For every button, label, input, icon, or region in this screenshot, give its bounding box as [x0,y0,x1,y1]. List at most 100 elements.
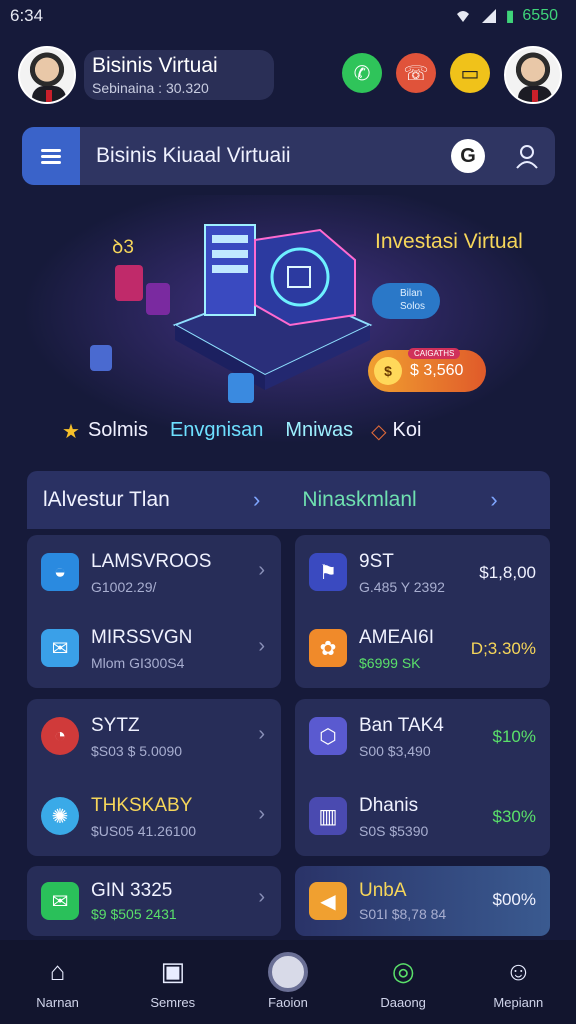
item-title: AMEAI6I [359,627,434,648]
item-value: $1,8,00 [479,563,536,582]
star-icon: ★ [62,421,80,443]
list-item[interactable]: ✿ AMEAI6I $6999 SK D;3.30% [295,611,550,687]
g-button[interactable]: G [451,139,485,173]
card-left-top: ◒ LAMSVROOS G1002.29/ › ✉ MIRSSVGN Mlom … [27,535,281,688]
card-right-top: ⚑ 9ST G.485 Y 2392 $1,8,00 ✿ AMEAI6I $69… [295,535,550,688]
chevron-right-icon[interactable]: › [253,487,260,513]
hero-tag[interactable]: Envgnisan [170,419,263,444]
hero-tags: ★ Solmis Envgnisan Mniwas ◇ Koi [62,419,421,444]
nav-target[interactable]: ◎ Daaong [353,955,453,1010]
wifi-icon [456,11,469,22]
card-right-bottom[interactable]: ◀ UnbA S01I $8,78 84 $00% [295,866,550,936]
item-value: D;3.30% [470,639,536,658]
list-item[interactable]: ◒ LAMSVROOS G1002.29/ › [27,535,281,611]
hero-price-value: $ 3,560 [410,362,464,379]
hero-price-mini: CAIGATHS [408,348,461,359]
phone-button[interactable]: ✆ [342,53,382,93]
list-item[interactable]: ⚑ 9ST G.485 Y 2392 $1,8,00 [295,535,550,611]
tab-investment-plan[interactable]: lAlvestur Tlan [43,488,253,512]
chevron-right-icon: › [258,723,265,745]
card-left-mid: ◔ SYTZ $S03 $ 5.0090 › ✺ THKSKABY $US05 … [27,699,281,856]
search-title: Bisinis Kiuaal Virtuaii [96,144,291,167]
status-bar: 6:34 ▮ 6550 [0,0,576,32]
list-item[interactable]: ✉ MIRSSVGN Mlom GI300S4 › [27,611,281,687]
nav-center[interactable]: Faoion [238,951,338,1010]
chart-icon: ⚑ [309,553,347,591]
item-subtitle: $S03 $ 5.0090 [91,743,183,759]
profile-row: Bisinis Virtuai Sebinaina : 30.320 ✆ ☏ ▭ [0,44,576,106]
list-item[interactable]: ⬡ Ban TAK4 S00 $3,490 $10% [295,699,550,775]
target-icon: ◎ [391,956,415,986]
nav-services[interactable]: ▣ Semres [123,955,223,1010]
coin-icon: $ [374,357,402,385]
bar-chart-icon: ▥ [309,797,347,835]
nav-home[interactable]: ⌂ Narnan [8,955,108,1010]
item-subtitle: $6999 SK [359,655,421,671]
mail-icon: ✉ [41,629,79,667]
card-right-mid: ⬡ Ban TAK4 S00 $3,490 $10% ▥ Dhanis S0S … [295,699,550,856]
hero-tag[interactable]: Koi [393,419,422,444]
tab-markets[interactable]: Ninaskmlanl [302,488,490,512]
list-item[interactable]: ✺ THKSKABY $US05 41.26100 › [27,779,281,855]
hero-price-badge[interactable]: $ CAIGATHS $ 3,560 [368,348,486,392]
nav-label: Daaong [380,994,426,1010]
tag-icon: ◀ [309,882,347,920]
item-title: UnbA [359,880,407,901]
list-item[interactable]: ▥ Dhanis S0S $5390 $30% [295,779,550,855]
status-icons: ▮ 6550 [454,6,558,26]
item-title: 9ST [359,551,394,572]
home-icon: ⌂ [49,956,66,986]
list-item[interactable]: ◔ SYTZ $S03 $ 5.0090 › [27,699,281,775]
nav-label: Narnan [36,994,79,1010]
nav-label: Mepiann [493,994,544,1010]
card-left-bottom[interactable]: ✉ GIN 3325 $9 $505 2431 › [27,866,281,936]
item-title: SYTZ [91,715,140,736]
item-title: Ban TAK4 [359,715,444,736]
profile-subtitle: Sebinaina : 30.320 [92,80,209,96]
bottom-nav: ⌂ Narnan ▣ Semres Faoion ◎ Daaong ☺ Mepi… [0,940,576,1024]
user-icon[interactable] [513,142,541,170]
growth-icon: ✿ [309,629,347,667]
search-bar[interactable]: Bisinis Kiuaal Virtuaii G [22,127,555,185]
pie-chart-icon: ◔ [41,717,79,755]
message-button[interactable]: ▭ [450,53,490,93]
chevron-right-icon: › [258,886,265,908]
avatar[interactable] [18,46,76,104]
item-subtitle: Mlom GI300S4 [91,655,185,671]
nav-label: Faoion [268,994,308,1010]
nav-profile[interactable]: ☺ Mepiann [468,955,568,1010]
item-value: $00% [492,890,536,909]
item-title: MIRSSVGN [91,627,193,648]
signal-icon [481,9,496,23]
profile-name-pill[interactable]: Bisinis Virtuai Sebinaina : 30.320 [84,50,274,100]
hero-title: Investasi Virtual [375,230,523,253]
menu-button[interactable] [22,127,80,185]
avatar-secondary[interactable] [504,46,562,104]
battery-icon: ▮ [505,8,515,25]
chat-button[interactable]: ☏ [396,53,436,93]
hero-left-tag: ꝺ3 [112,237,134,258]
battery-level: 6550 [522,7,558,24]
globe-icon: ✺ [41,797,79,835]
hero-pill-lock[interactable]: Bilan Solos [372,283,440,319]
center-icon [238,951,338,992]
item-value: $30% [492,807,536,826]
item-title: THKSKABY [91,795,193,816]
item-subtitle: S00 $3,490 [359,743,431,759]
chevron-right-icon[interactable]: › [490,487,497,513]
hero-tag[interactable]: Mniwas [285,419,353,444]
hero-banner[interactable]: ꝺ3 Investasi Virtual Bilan Solos $ CAIGAT… [0,195,576,455]
item-subtitle: G.485 Y 2392 [359,579,445,595]
hero-tag[interactable]: Solmis [88,419,148,444]
chevron-right-icon: › [258,803,265,825]
chat-icon: ☏ [403,62,429,85]
item-subtitle: $9 $505 2431 [91,906,177,922]
phone-icon: ✆ [353,62,371,85]
chevron-right-icon: › [258,635,265,657]
item-title: Dhanis [359,795,419,816]
services-icon: ▣ [160,956,186,986]
panel-header: lAlvestur Tlan › Ninaskmlanl › [27,471,550,529]
item-subtitle: S0S $5390 [359,823,429,839]
message-icon: ▭ [460,62,480,85]
app-icon: ◒ [41,553,79,591]
